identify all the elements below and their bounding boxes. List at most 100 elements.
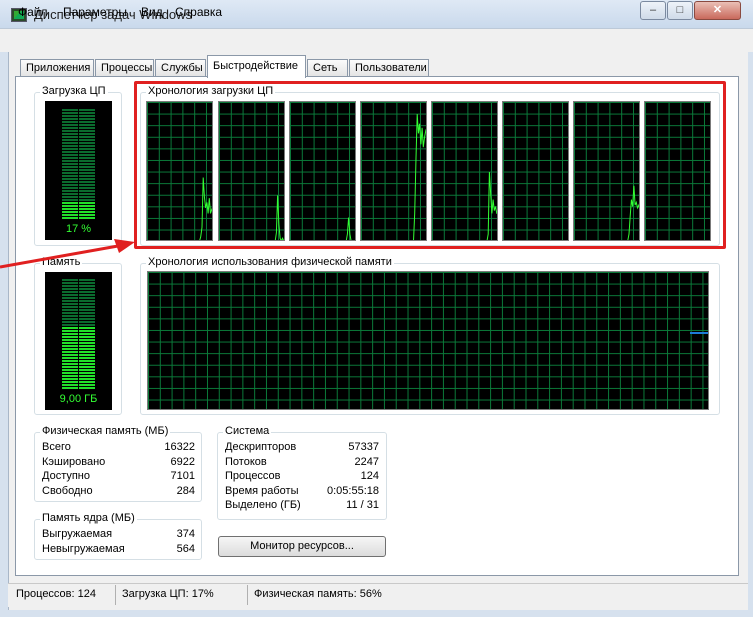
meter-segment — [62, 372, 78, 374]
meter-segment — [62, 279, 78, 281]
meter-segment — [79, 357, 95, 359]
meter-segment — [79, 115, 95, 117]
meter-segment — [62, 169, 78, 171]
close-button[interactable]: ✕ — [694, 1, 741, 20]
meter-segment — [62, 336, 78, 338]
meter-segment — [62, 354, 78, 356]
memory-current-marker — [690, 332, 708, 335]
tab-performance[interactable]: Быстродействие — [207, 55, 306, 78]
meter-segment — [79, 381, 95, 383]
meter-segment — [62, 306, 78, 308]
meter-segment — [79, 205, 95, 207]
memory-history-graph — [147, 271, 709, 410]
tab-network[interactable]: Сеть — [307, 59, 348, 77]
physical-memory-row: Кэшировано 6922 — [42, 456, 195, 470]
row-label: Дескрипторов — [225, 441, 297, 453]
meter-segment — [79, 354, 95, 356]
meter-segment — [62, 318, 78, 320]
meter-segment — [79, 199, 95, 201]
meter-segment — [62, 202, 78, 204]
memory-meter — [62, 279, 95, 389]
meter-segment — [62, 342, 78, 344]
system-row: Дескрипторов 57337 — [225, 441, 379, 455]
meter-segment — [62, 160, 78, 162]
status-cpu: Загрузка ЦП: 17% — [122, 588, 214, 600]
menu-options[interactable]: Параметры — [63, 5, 127, 19]
minimize-button[interactable]: – — [640, 1, 666, 20]
meter-segment — [79, 339, 95, 341]
meter-segment — [79, 217, 95, 219]
meter-segment — [62, 360, 78, 362]
meter-segment — [79, 202, 95, 204]
tab-users[interactable]: Пользователи — [349, 59, 429, 77]
meter-segment — [62, 139, 78, 141]
meter-segment — [62, 130, 78, 132]
meter-segment — [79, 288, 95, 290]
meter-segment — [62, 133, 78, 135]
meter-segment — [79, 160, 95, 162]
tab-services[interactable]: Службы — [155, 59, 206, 77]
row-label: Процессов — [225, 470, 281, 482]
meter-segment — [62, 217, 78, 219]
meter-segment — [79, 121, 95, 123]
meter-segment — [62, 175, 78, 177]
meter-segment — [79, 124, 95, 126]
meter-segment — [62, 315, 78, 317]
meter-segment — [62, 136, 78, 138]
meter-segment — [79, 109, 95, 111]
menu-view[interactable]: Вид — [141, 5, 163, 19]
meter-segment — [62, 121, 78, 123]
meter-segment — [62, 205, 78, 207]
meter-segment — [79, 175, 95, 177]
meter-segment — [62, 345, 78, 347]
row-label: Доступно — [42, 470, 91, 482]
meter-segment — [62, 378, 78, 380]
meter-segment — [62, 118, 78, 120]
maximize-button[interactable]: □ — [667, 1, 693, 20]
meter-segment — [62, 184, 78, 186]
meter-segment — [79, 351, 95, 353]
kernel-memory-title: Память ядра (МБ) — [40, 512, 137, 524]
row-value: 16322 — [164, 441, 195, 453]
meter-segment — [62, 363, 78, 365]
meter-segment — [79, 348, 95, 350]
meter-segment — [62, 148, 78, 150]
meter-segment — [79, 214, 95, 216]
meter-segment — [79, 291, 95, 293]
system-row: Время работы 0:05:55:18 — [225, 485, 379, 499]
meter-segment — [62, 115, 78, 117]
status-separator — [115, 585, 116, 605]
meter-segment — [79, 187, 95, 189]
system-table: Дескрипторов 57337 Потоков 2247 Процессов 1… — [225, 441, 379, 517]
row-value: 6922 — [170, 456, 195, 468]
meter-segment — [79, 190, 95, 192]
meter-segment — [62, 142, 78, 144]
cpu-usage-meter — [62, 109, 95, 219]
tab-processes[interactable]: Процессы — [95, 59, 154, 77]
meter-segment — [79, 148, 95, 150]
meter-segment — [79, 193, 95, 195]
menu-file[interactable]: Файл — [18, 5, 48, 19]
meter-segment — [79, 178, 95, 180]
meter-segment — [79, 312, 95, 314]
menu-help[interactable]: Справка — [175, 5, 222, 19]
meter-segment — [62, 178, 78, 180]
status-separator — [247, 585, 248, 605]
meter-segment — [62, 109, 78, 111]
physical-memory-row: Доступно 7101 — [42, 470, 195, 484]
row-value: 2247 — [354, 456, 379, 468]
tab-applications[interactable]: Приложения — [20, 59, 94, 77]
meter-segment — [79, 384, 95, 386]
meter-segment — [79, 157, 95, 159]
row-value: 7101 — [170, 470, 195, 482]
meter-segment — [62, 324, 78, 326]
annotation-highlight-box — [134, 81, 726, 249]
meter-segment — [62, 294, 78, 296]
meter-segment — [79, 142, 95, 144]
meter-segment — [62, 297, 78, 299]
row-value: 284 — [176, 485, 195, 497]
meter-segment — [62, 190, 78, 192]
resource-monitor-button[interactable]: Монитор ресурсов... — [218, 536, 386, 557]
row-label: Время работы — [225, 485, 299, 497]
meter-segment — [79, 300, 95, 302]
